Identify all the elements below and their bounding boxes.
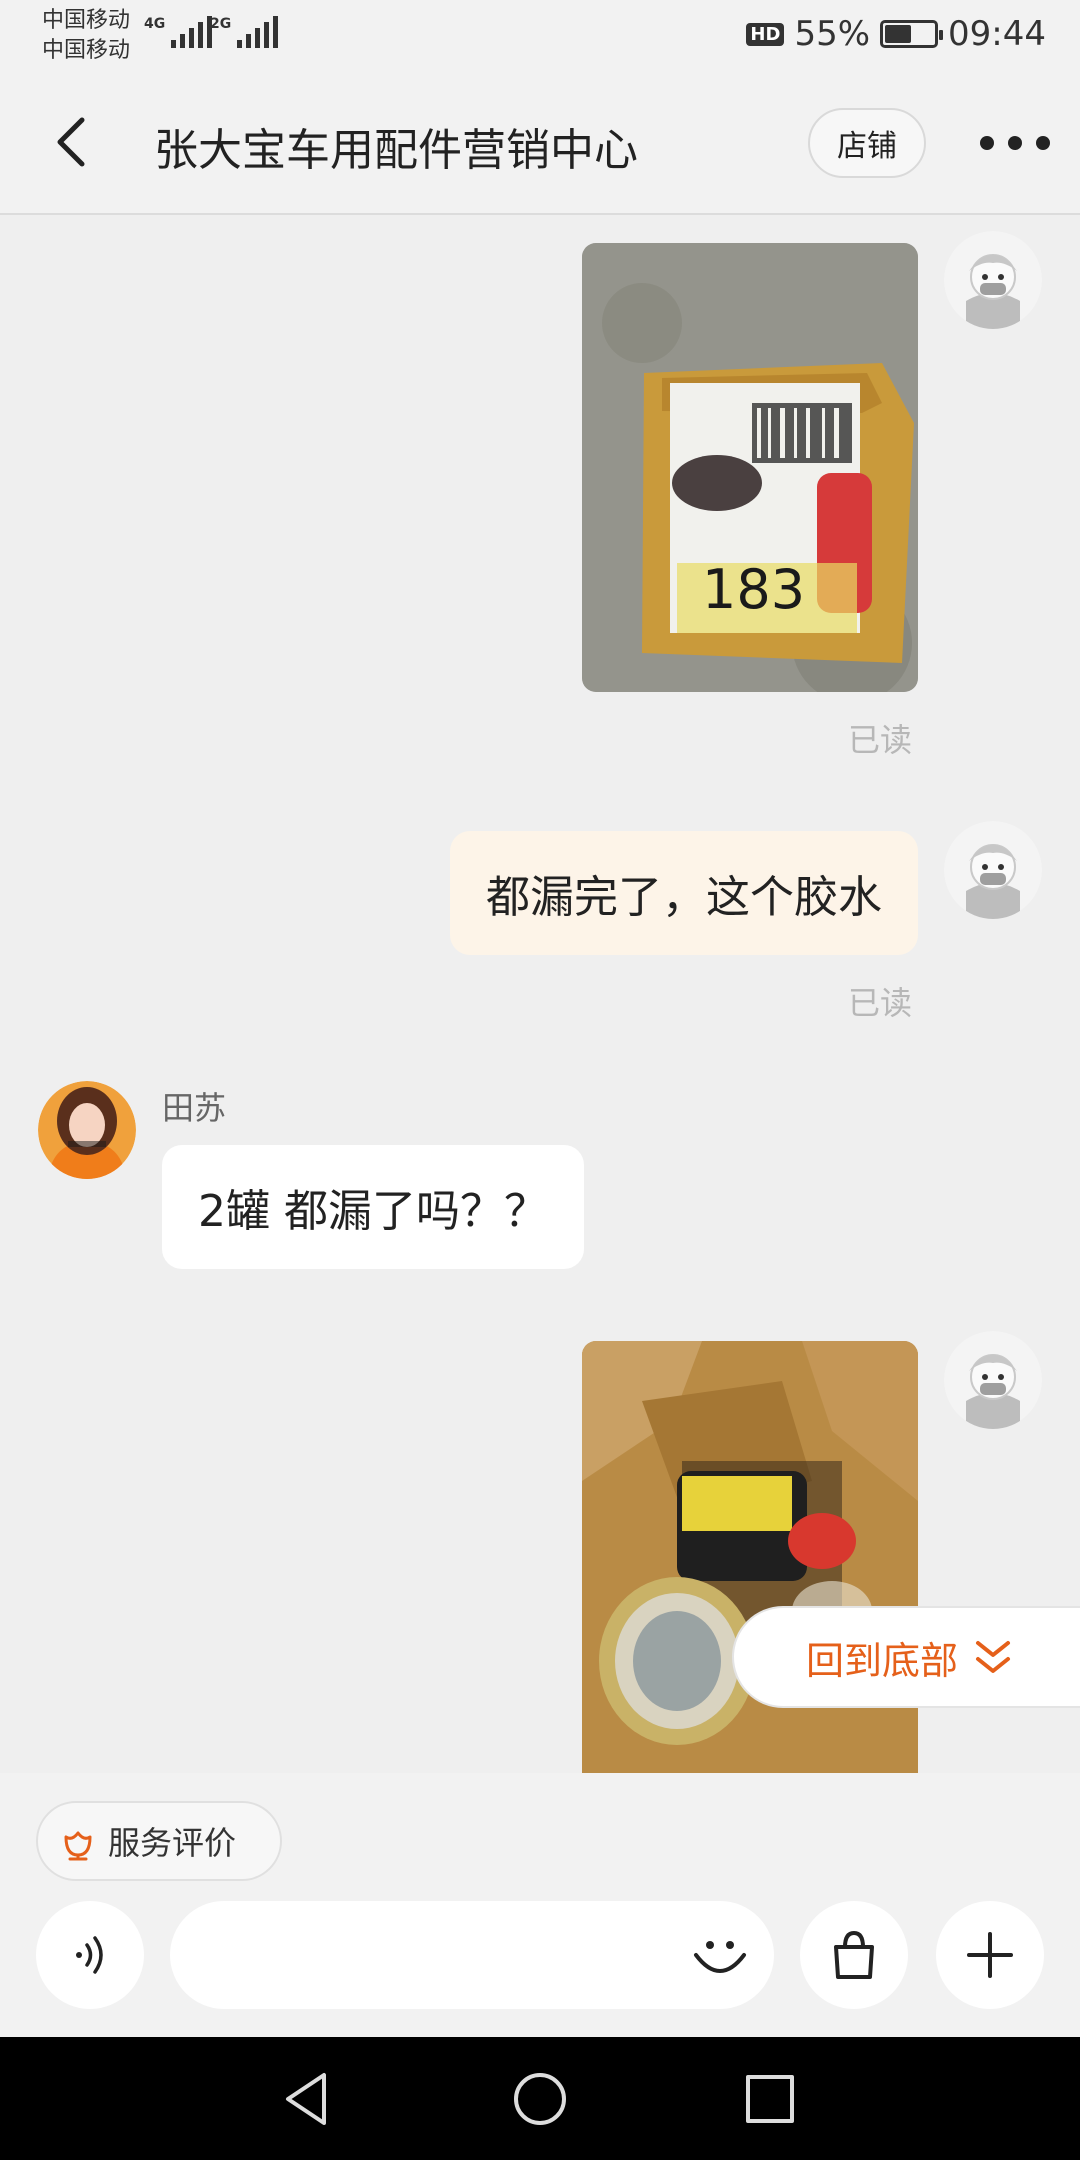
my-avatar[interactable] [944, 1331, 1042, 1429]
triangle-back-icon [286, 2073, 326, 2125]
service-rating-button[interactable]: 服务评价 [36, 1801, 282, 1881]
emoji-button[interactable] [688, 1923, 752, 1987]
signal-4g-icon: 4G [144, 16, 213, 48]
smile-icon [694, 1941, 746, 1973]
system-navigation-bar [0, 2037, 1080, 2160]
chevron-left-icon [57, 117, 85, 167]
scroll-to-bottom-button[interactable]: 回到底部 [732, 1606, 1080, 1708]
shopping-bag-icon [834, 1930, 874, 1979]
square-recents-icon [746, 2075, 794, 2123]
user-avatar-icon [944, 1331, 1042, 1429]
message-input[interactable] [170, 1901, 774, 2009]
battery-icon [880, 20, 944, 48]
scroll-to-bottom-label: 回到底部 [806, 1638, 959, 1683]
input-area: 服务评价 [0, 1773, 1080, 2037]
plus-button[interactable] [936, 1901, 1044, 2009]
signal-2g-icon: 2G [210, 16, 279, 48]
carrier-2: 中国移动 [42, 38, 131, 63]
flower-icon [64, 1831, 92, 1861]
chat-header: 张大宝车用配件营销中心 店铺 [0, 72, 1080, 215]
box-photo [582, 1341, 918, 1773]
seller-avatar[interactable] [38, 1081, 136, 1179]
clock: 09:44 [948, 14, 1046, 54]
status-bar: 中国移动 中国移动 4G 2G HD 55% 09:44 [0, 0, 1080, 72]
sender-name: 田苏 [162, 1089, 227, 1127]
more-button[interactable] [980, 126, 1050, 160]
image-message-box[interactable] [582, 1341, 918, 1773]
my-avatar[interactable] [944, 231, 1042, 329]
status-right: HD 55% 09:44 [746, 14, 1046, 54]
hd-badge: HD [746, 22, 785, 46]
user-avatar-icon [944, 821, 1042, 919]
voice-button[interactable] [36, 1901, 144, 2009]
shop-button[interactable]: 店铺 [808, 108, 926, 178]
more-dots-icon [980, 136, 994, 150]
read-receipt: 已读 [848, 984, 913, 1022]
user-avatar-icon [944, 231, 1042, 329]
chat-list[interactable]: 183 已读 都漏完了，这个胶水 已读 田苏 2罐 都漏了吗？？ 回到底部 [0, 215, 1080, 1773]
nav-home-button[interactable] [508, 2067, 572, 2131]
image-message-parcel[interactable]: 183 [582, 243, 918, 692]
read-receipt: 已读 [848, 721, 913, 759]
battery-percent: 55% [794, 14, 871, 54]
service-rating-label: 服务评价 [108, 1824, 237, 1862]
circle-home-icon [514, 2073, 566, 2125]
plus-icon [967, 1932, 1013, 1978]
my-avatar[interactable] [944, 821, 1042, 919]
back-button[interactable] [44, 112, 104, 172]
double-chevron-down-icon [976, 1641, 1011, 1673]
seller-avatar-photo [38, 1081, 136, 1179]
page-title: 张大宝车用配件营销中心 [154, 125, 638, 176]
message-bubble-seller[interactable]: 2罐 都漏了吗？？ [162, 1145, 584, 1269]
parcel-photo: 183 [582, 243, 918, 692]
carrier-names: 中国移动 中国移动 [42, 6, 130, 66]
svg-text:183: 183 [702, 558, 805, 621]
voice-icon [76, 1936, 103, 1974]
nav-recents-button[interactable] [738, 2067, 802, 2131]
message-bubble-mine[interactable]: 都漏完了，这个胶水 [450, 831, 918, 955]
shopping-bag-button[interactable] [800, 1901, 908, 2009]
nav-back-button[interactable] [276, 2067, 340, 2131]
carrier-1: 中国移动 [42, 8, 131, 33]
